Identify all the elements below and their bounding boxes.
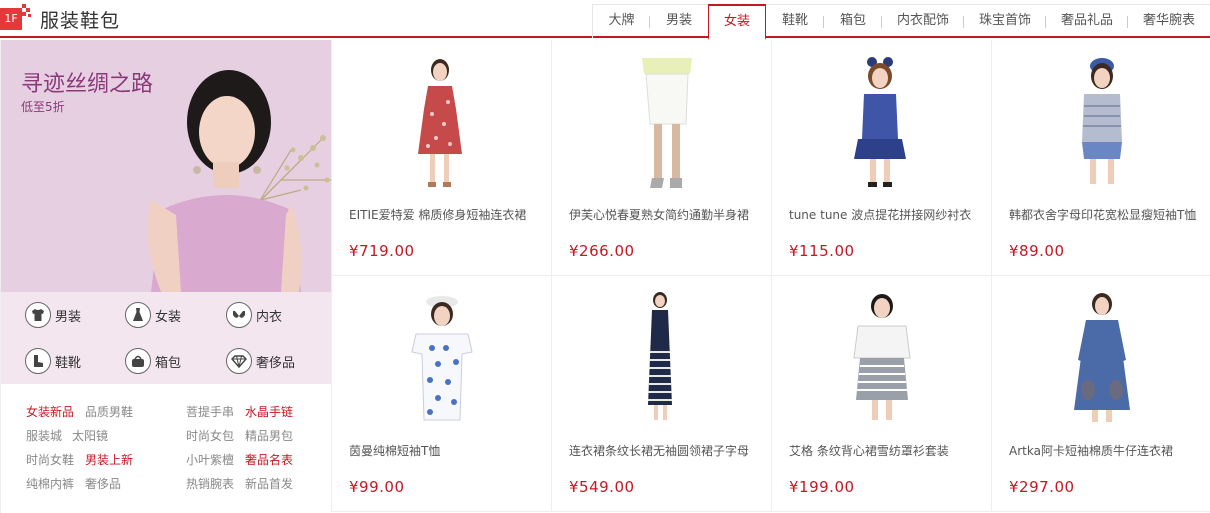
- diamond-icon: [226, 348, 252, 374]
- bag-icon: [125, 348, 151, 374]
- product-name[interactable]: 韩都衣舍字母印花宽松显瘦短袖T恤: [1009, 206, 1199, 224]
- tab-luxury-gifts[interactable]: 奢品礼品: [1046, 4, 1128, 38]
- promo-banner[interactable]: 寻迹丝绸之路 低至5折: [1, 40, 332, 292]
- quick-link[interactable]: 纯棉内裤: [26, 475, 74, 492]
- product-image: [1074, 293, 1130, 422]
- product-price: ¥89.00: [1009, 242, 1065, 260]
- floor-sidebar: 寻迹丝绸之路 低至5折 男装 女装 内衣 鞋靴 箱包 奢侈品 女装新品 品质男鞋…: [0, 40, 332, 513]
- shirt-icon: [25, 302, 51, 328]
- quick-link[interactable]: 品质男鞋: [85, 403, 133, 420]
- floor-badge: 1F: [0, 4, 34, 30]
- quick-link[interactable]: 精品男包: [245, 427, 293, 444]
- quick-link[interactable]: 太阳镜: [72, 427, 108, 444]
- quick-link[interactable]: 时尚女包: [186, 427, 234, 444]
- product-price: ¥719.00: [349, 242, 415, 260]
- product-name[interactable]: EITIE爱特爱 棉质修身短袖连衣裙: [349, 206, 539, 224]
- product-price: ¥549.00: [569, 478, 635, 496]
- category-luxury[interactable]: 奢侈品: [226, 346, 295, 376]
- tab-menswear[interactable]: 男装: [650, 4, 708, 38]
- quick-link[interactable]: 奢品名表: [245, 451, 293, 468]
- tab-luxury-watches[interactable]: 奢华腕表: [1128, 4, 1210, 38]
- product-image: [1082, 58, 1122, 184]
- category-menswear[interactable]: 男装: [25, 300, 81, 330]
- product-image: [854, 57, 906, 187]
- quick-link[interactable]: 奢侈品: [85, 475, 121, 492]
- category-underwear[interactable]: 内衣: [226, 300, 282, 330]
- quick-links: 女装新品 品质男鞋 菩提手串 水晶手链 服装城 太阳镜 时尚女包 精品男包 时尚…: [1, 384, 332, 513]
- product-card[interactable]: 伊芙心悦春夏熟女简约通勤半身裙 ¥266.00: [551, 40, 771, 276]
- product-price: ¥266.00: [569, 242, 635, 260]
- product-card[interactable]: tune tune 波点提花拼接网纱衬衣 ¥115.00: [771, 40, 991, 276]
- product-card[interactable]: EITIE爱特爱 棉质修身短袖连衣裙 ¥719.00: [331, 40, 551, 276]
- quick-link[interactable]: 热销腕表: [186, 475, 234, 492]
- product-name[interactable]: 茵曼纯棉短袖T恤: [349, 442, 539, 460]
- product-card[interactable]: Artka阿卡短袖棉质牛仔连衣裙 ¥297.00: [991, 276, 1210, 512]
- product-grid: EITIE爱特爱 棉质修身短袖连衣裙 ¥719.00 伊芙心悦春夏熟女简约通勤半…: [331, 40, 1210, 513]
- category-bags[interactable]: 箱包: [125, 346, 181, 376]
- product-image: [642, 58, 692, 188]
- tab-brands[interactable]: 大牌: [592, 4, 650, 38]
- quick-link[interactable]: 男装上新: [85, 451, 133, 468]
- product-price: ¥297.00: [1009, 478, 1075, 496]
- floor-number: 1F: [0, 8, 22, 30]
- boot-icon: [25, 348, 51, 374]
- product-image: [418, 59, 462, 187]
- product-image: [648, 292, 672, 420]
- product-card[interactable]: 连衣裙条纹长裙无袖圆领裙子字母 ¥549.00: [551, 276, 771, 512]
- quick-link[interactable]: 时尚女鞋: [26, 451, 74, 468]
- tab-shoes[interactable]: 鞋靴: [766, 4, 824, 38]
- product-card[interactable]: 艾格 条纹背心裙雪纺罩衫套装 ¥199.00: [771, 276, 991, 512]
- category-shoes[interactable]: 鞋靴: [25, 346, 81, 376]
- floor-title: 服装鞋包: [40, 10, 121, 32]
- product-image: [853, 294, 911, 420]
- product-card[interactable]: 韩都衣舍字母印花宽松显瘦短袖T恤 ¥89.00: [991, 40, 1210, 276]
- quick-link[interactable]: 女装新品: [26, 403, 74, 420]
- product-price: ¥115.00: [789, 242, 855, 260]
- product-price: ¥199.00: [789, 478, 855, 496]
- promo-subtitle: 低至5折: [21, 100, 65, 114]
- quick-link[interactable]: 服装城: [26, 427, 62, 444]
- product-name[interactable]: tune tune 波点提花拼接网纱衬衣: [789, 206, 979, 224]
- dress-icon: [125, 302, 151, 328]
- quick-link[interactable]: 小叶紫檀: [186, 451, 234, 468]
- product-card[interactable]: 茵曼纯棉短袖T恤 ¥99.00: [331, 276, 551, 512]
- quick-link[interactable]: 菩提手串: [186, 403, 234, 420]
- product-name[interactable]: Artka阿卡短袖棉质牛仔连衣裙: [1009, 442, 1199, 460]
- product-name[interactable]: 伊芙心悦春夏熟女简约通勤半身裙: [569, 206, 759, 224]
- promo-title: 寻迹丝绸之路: [21, 72, 154, 97]
- product-name[interactable]: 艾格 条纹背心裙雪纺罩衫套装: [789, 442, 979, 460]
- floor-header: 1F 服装鞋包 大牌 男装 女装 鞋靴 箱包 内衣配饰 珠宝首饰 奢品礼品 奢华…: [0, 0, 1210, 40]
- quick-link[interactable]: 水晶手链: [245, 403, 293, 420]
- product-image: [411, 296, 473, 421]
- tab-womenswear[interactable]: 女装: [708, 4, 766, 40]
- bra-icon: [226, 302, 252, 328]
- category-tabs: 大牌 男装 女装 鞋靴 箱包 内衣配饰 珠宝首饰 奢品礼品 奢华腕表: [592, 4, 1210, 40]
- product-name[interactable]: 连衣裙条纹长裙无袖圆领裙子字母: [569, 442, 759, 460]
- tab-bags[interactable]: 箱包: [824, 4, 882, 38]
- category-shortcuts: 男装 女装 内衣 鞋靴 箱包 奢侈品: [1, 292, 332, 384]
- category-womenswear[interactable]: 女装: [125, 300, 181, 330]
- tab-jewelry[interactable]: 珠宝首饰: [964, 4, 1046, 38]
- quick-link[interactable]: 新品首发: [245, 475, 293, 492]
- product-price: ¥99.00: [349, 478, 405, 496]
- tab-underwear-accessories[interactable]: 内衣配饰: [882, 4, 964, 38]
